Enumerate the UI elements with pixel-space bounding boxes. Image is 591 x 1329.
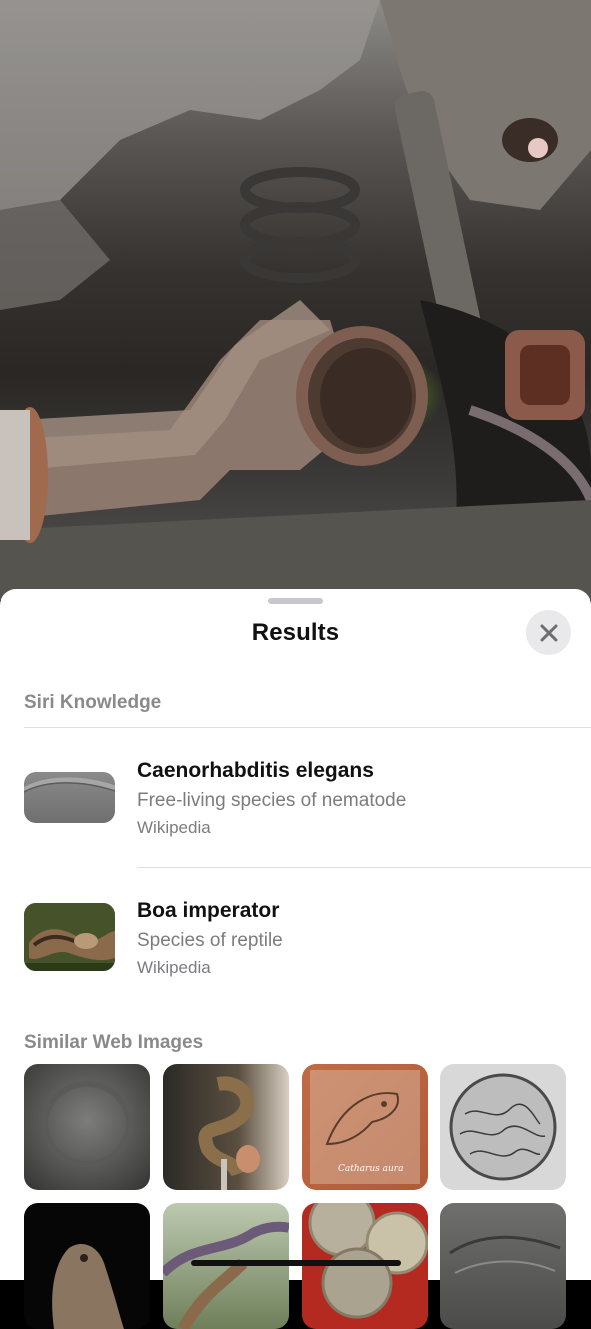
sketch-caption: Catharus aura — [338, 1164, 404, 1174]
knowledge-result-boa[interactable]: Boa imperator Species of reptile Wikiped… — [0, 879, 591, 979]
result-subtitle: Free-living species of nematode — [137, 790, 407, 811]
section-divider — [24, 727, 591, 728]
siri-knowledge-heading: Siri Knowledge — [24, 692, 162, 713]
boa-thumbnail — [24, 903, 115, 971]
similar-images-heading: Similar Web Images — [24, 1032, 204, 1053]
result-source: Wikipedia — [137, 958, 211, 977]
snake-foliage-image[interactable] — [163, 1203, 289, 1329]
close-button[interactable] — [526, 610, 571, 655]
nematode-thumbnail — [24, 772, 115, 823]
result-title: Boa imperator — [137, 899, 280, 922]
result-source: Wikipedia — [137, 818, 211, 837]
snake-on-stand-image[interactable] — [163, 1064, 289, 1190]
camera-photo — [0, 0, 591, 600]
coins-image[interactable] — [302, 1203, 428, 1329]
bird-sketch-image[interactable]: Catharus aura — [302, 1064, 428, 1190]
texture-circle-image[interactable] — [440, 1064, 566, 1190]
knowledge-result-caenorhabditis[interactable]: Caenorhabditis elegans Free-living speci… — [0, 739, 591, 839]
sheet-grabber[interactable] — [268, 598, 323, 604]
home-indicator[interactable] — [191, 1260, 401, 1266]
bird-figurine-image[interactable] — [24, 1203, 150, 1329]
results-sheet: Results Siri Knowledge Caenorhabditis el… — [0, 589, 591, 1329]
fossil-image[interactable] — [440, 1203, 566, 1329]
result-subtitle: Species of reptile — [137, 930, 283, 951]
result-title: Caenorhabditis elegans — [137, 759, 374, 782]
sheet-title: Results — [251, 619, 340, 646]
stone-carving-image[interactable] — [24, 1064, 150, 1190]
exhaust-pipe-photo — [0, 0, 591, 600]
result-divider — [137, 867, 591, 868]
close-icon — [540, 624, 557, 641]
